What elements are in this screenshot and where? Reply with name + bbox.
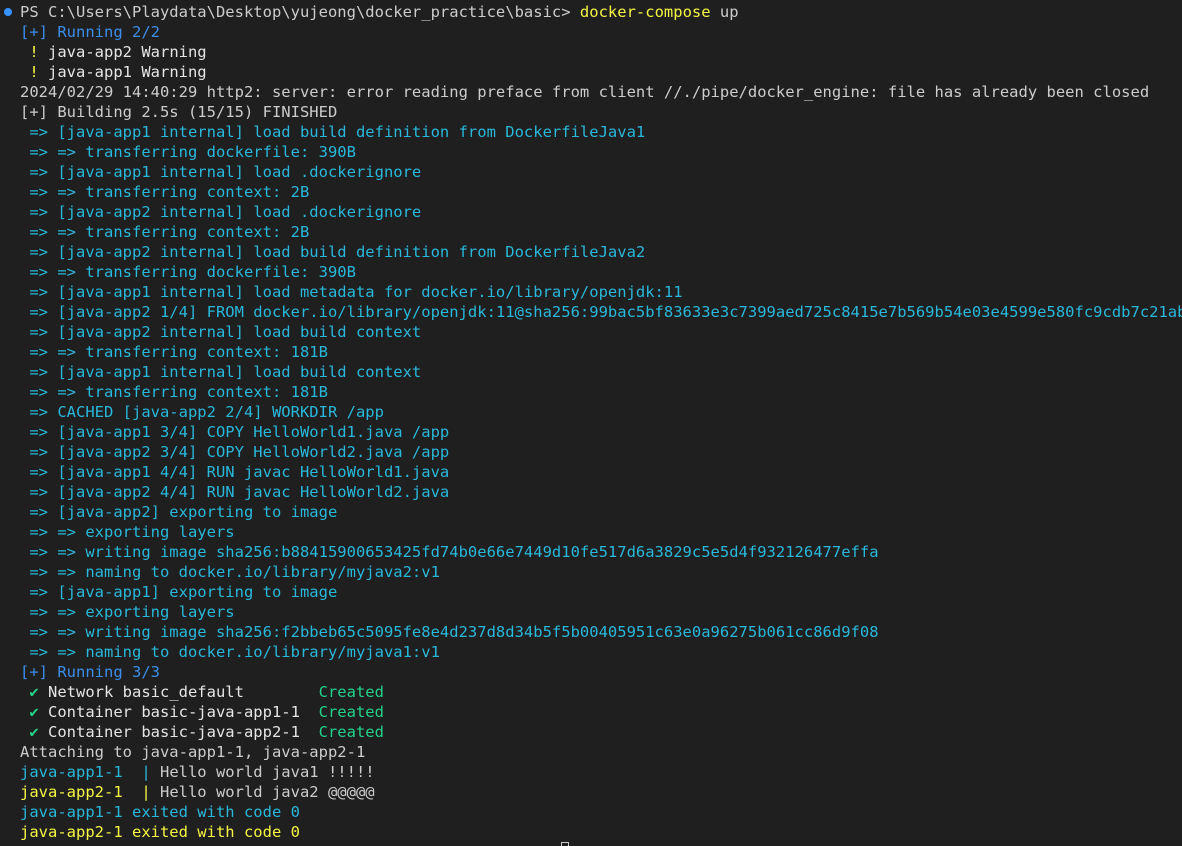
terminal-line: => => transferring context: 181B xyxy=(0,342,1182,362)
terminal-line: => [java-app2 1/4] FROM docker.io/librar… xyxy=(0,302,1182,322)
terminal-line: => [java-app1 internal] load .dockerigno… xyxy=(0,162,1182,182)
terminal-text-segment: => => transferring context: 2B xyxy=(20,183,310,201)
terminal-text-segment: => [java-app1] exporting to image xyxy=(20,583,338,601)
terminal-text-segment: => => transferring dockerfile: 390B xyxy=(20,263,356,281)
text-cursor-icon xyxy=(561,842,569,846)
terminal-line: => => transferring context: 2B xyxy=(0,182,1182,202)
terminal-text-segment: Hello world java1 !!!!! xyxy=(159,763,375,781)
terminal-text-segment: [+] Running 2/2 xyxy=(20,23,160,41)
terminal-text-segment: => => naming to docker.io/library/myjava… xyxy=(20,643,440,661)
terminal-text-segment: Created xyxy=(318,683,384,701)
terminal-text-segment: => => naming to docker.io/library/myjava… xyxy=(20,563,440,581)
terminal-line: java-app1-1 | Hello world java1 !!!!! xyxy=(0,762,1182,782)
terminal-text-segment: => => transferring context: 2B xyxy=(20,223,310,241)
terminal-line: ✔ Network basic_default Created xyxy=(0,682,1182,702)
terminal-line: => [java-app1] exporting to image xyxy=(0,582,1182,602)
terminal-text-segment: java-app2-1 | xyxy=(20,783,160,801)
terminal-text-segment: => => exporting layers xyxy=(20,523,235,541)
terminal-text-segment: => [java-app1 internal] load build conte… xyxy=(20,363,422,381)
terminal-text-segment: Hello world java2 @@@@@ xyxy=(159,783,375,801)
terminal-text-segment: ! xyxy=(20,43,48,61)
terminal-text-segment: up xyxy=(710,3,739,21)
terminal-text-segment: => [java-app2] exporting to image xyxy=(20,503,338,521)
terminal-line: => => transferring dockerfile: 390B xyxy=(0,262,1182,282)
terminal-text-segment: => [java-app2 1/4] FROM docker.io/librar… xyxy=(20,303,1182,321)
terminal-line: => [java-app1 4/4] RUN javac HelloWorld1… xyxy=(0,462,1182,482)
terminal-text-segment: => [java-app2 4/4] RUN javac HelloWorld2… xyxy=(20,483,450,501)
terminal-line: => [java-app1 internal] load build defin… xyxy=(0,122,1182,142)
terminal-text-segment: ✔ xyxy=(20,703,48,721)
terminal-text-segment: => => transferring context: 181B xyxy=(20,383,328,401)
terminal-line: => => naming to docker.io/library/myjava… xyxy=(0,642,1182,662)
terminal-line: [+] Building 2.5s (15/15) FINISHED xyxy=(0,102,1182,122)
terminal-line: => => writing image sha256:b884159006534… xyxy=(0,542,1182,562)
terminal-line: => CACHED [java-app2 2/4] WORKDIR /app xyxy=(0,402,1182,422)
terminal-text-segment: 2024/02/29 14:40:29 http2: server: error… xyxy=(20,83,1150,101)
terminal-line: [+] Running 3/3 xyxy=(0,662,1182,682)
terminal-text-segment: => [java-app1 internal] load .dockerigno… xyxy=(20,163,422,181)
terminal-text-segment: => => writing image sha256:f2bbeb65c5095… xyxy=(20,623,879,641)
terminal-text-segment: => [java-app2 internal] load build conte… xyxy=(20,323,422,341)
terminal-text-segment: java-app1-1 | xyxy=(20,763,160,781)
terminal-text-segment: => [java-app1 internal] load build defin… xyxy=(20,123,646,141)
terminal-line: => [java-app1 3/4] COPY HelloWorld1.java… xyxy=(0,422,1182,442)
terminal-text-segment: java-app1-1 exited with code 0 xyxy=(20,803,300,821)
command-decoration-icon[interactable] xyxy=(4,8,12,16)
terminal-line: => => exporting layers xyxy=(0,522,1182,542)
terminal-text-segment: => [java-app1 3/4] COPY HelloWorld1.java… xyxy=(20,423,450,441)
terminal-text-segment: Container basic-java-app2-1 xyxy=(48,723,319,741)
terminal-text-segment: java-app1 Warning xyxy=(48,63,207,81)
terminal-text-segment: => [java-app2 3/4] COPY HelloWorld2.java… xyxy=(20,443,450,461)
terminal-line: 2024/02/29 14:40:29 http2: server: error… xyxy=(0,82,1182,102)
terminal-text-segment: ✔ xyxy=(20,683,48,701)
terminal-line: => [java-app1 internal] load metadata fo… xyxy=(0,282,1182,302)
terminal-line: => => transferring context: 2B xyxy=(0,222,1182,242)
terminal-line: => [java-app2 internal] load .dockerigno… xyxy=(0,202,1182,222)
terminal-text-segment: => => transferring context: 181B xyxy=(20,343,328,361)
terminal-line: java-app2-1 exited with code 0 xyxy=(0,822,1182,842)
terminal-line: => [java-app2] exporting to image xyxy=(0,502,1182,522)
terminal-line: [+] Running 2/2 xyxy=(0,22,1182,42)
terminal-line: Attaching to java-app1-1, java-app2-1 xyxy=(0,742,1182,762)
terminal-text-segment: ✔ xyxy=(20,723,48,741)
terminal-text-segment: Network basic_default xyxy=(48,683,319,701)
terminal-text-segment: Created xyxy=(318,723,384,741)
terminal-text-segment: ! xyxy=(20,63,48,81)
terminal-text-segment: docker-compose xyxy=(579,3,711,21)
terminal-line: ✔ Container basic-java-app1-1 Created xyxy=(0,702,1182,722)
terminal-line: => [java-app2 internal] load build conte… xyxy=(0,322,1182,342)
terminal-line: ✔ Container basic-java-app2-1 Created xyxy=(0,722,1182,742)
terminal-text-segment: java-app2-1 exited with code 0 xyxy=(20,823,300,841)
terminal-text-segment: => => transferring dockerfile: 390B xyxy=(20,143,356,161)
terminal-line: => [java-app2 4/4] RUN javac HelloWorld2… xyxy=(0,482,1182,502)
terminal-text-segment: [+] Building 2.5s (15/15) FINISHED xyxy=(20,103,338,121)
terminal-line: => => transferring context: 181B xyxy=(0,382,1182,402)
terminal-text-segment: Created xyxy=(318,703,384,721)
terminal-line: ! java-app1 Warning xyxy=(0,62,1182,82)
terminal-text-segment: java-app2 Warning xyxy=(48,43,207,61)
terminal-output: PS C:\Users\Playdata\Desktop\yujeong\doc… xyxy=(0,2,1182,842)
terminal-line: => [java-app1 internal] load build conte… xyxy=(0,362,1182,382)
terminal-text-segment: => CACHED [java-app2 2/4] WORKDIR /app xyxy=(20,403,384,421)
terminal-text-segment: Attaching to java-app1-1, java-app2-1 xyxy=(20,743,366,761)
terminal-text-segment: => [java-app1 internal] load metadata fo… xyxy=(20,283,683,301)
terminal-line: => [java-app2 3/4] COPY HelloWorld2.java… xyxy=(0,442,1182,462)
terminal-text-segment: => [java-app2 internal] load build defin… xyxy=(20,243,646,261)
terminal-text-segment: Container basic-java-app1-1 xyxy=(48,703,319,721)
terminal-text-segment: => => exporting layers xyxy=(20,603,235,621)
terminal-line: => => writing image sha256:f2bbeb65c5095… xyxy=(0,622,1182,642)
terminal-line: java-app2-1 | Hello world java2 @@@@@ xyxy=(0,782,1182,802)
terminal-line: java-app1-1 exited with code 0 xyxy=(0,802,1182,822)
terminal-line: => [java-app2 internal] load build defin… xyxy=(0,242,1182,262)
terminal-line: => => exporting layers xyxy=(0,602,1182,622)
terminal-text-segment: => => writing image sha256:b884159006534… xyxy=(20,543,879,561)
terminal-text-segment: => [java-app1 4/4] RUN javac HelloWorld1… xyxy=(20,463,450,481)
terminal-line: ! java-app2 Warning xyxy=(0,42,1182,62)
terminal-text-segment: => [java-app2 internal] load .dockerigno… xyxy=(20,203,422,221)
terminal-line: => => transferring dockerfile: 390B xyxy=(0,142,1182,162)
terminal-text-segment: [+] Running 3/3 xyxy=(20,663,160,681)
command-prompt-line: PS C:\Users\Playdata\Desktop\yujeong\doc… xyxy=(0,2,1182,22)
terminal-text-segment: PS C:\Users\Playdata\Desktop\yujeong\doc… xyxy=(20,3,580,21)
terminal-line: => => naming to docker.io/library/myjava… xyxy=(0,562,1182,582)
